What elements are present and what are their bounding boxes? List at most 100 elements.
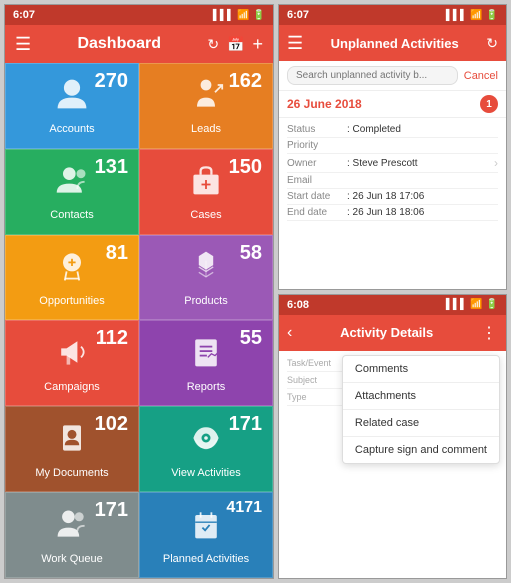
leads-icon xyxy=(188,76,224,119)
status-row: Status : Completed xyxy=(287,122,498,138)
dashboard-title: Dashboard xyxy=(31,35,207,53)
workqueue-count: 171 xyxy=(95,499,128,522)
time-left: 6:07 xyxy=(13,9,35,21)
opportunities-label: Opportunities xyxy=(39,295,104,307)
leads-count: 162 xyxy=(229,70,262,93)
accounts-count: 270 xyxy=(95,70,128,93)
dropdown-item-comments[interactable]: Comments xyxy=(343,356,499,383)
tile-campaigns[interactable]: 112 Campaigns xyxy=(5,320,139,406)
date-row: 26 June 2018 1 xyxy=(279,91,506,118)
workqueue-icon xyxy=(54,506,90,549)
dropdown-item-related-case[interactable]: Related case xyxy=(343,410,499,437)
unplanned-activities-panel: 6:07 ▌▌▌ 📶 🔋 ☰ Unplanned Activities ↻ Ca… xyxy=(278,4,507,290)
unplanned-header: ☰ Unplanned Activities ↻ xyxy=(279,25,506,61)
mydocs-icon xyxy=(54,420,90,463)
priority-row: Priority xyxy=(287,138,498,154)
email-label: Email xyxy=(287,175,347,186)
tiles-grid: 270 Accounts 162 Leads xyxy=(5,63,273,578)
activity-title: Activity Details xyxy=(292,325,481,340)
contacts-label: Contacts xyxy=(50,209,93,221)
campaigns-count: 112 xyxy=(96,327,128,350)
activity-details-panel: 6:08 ▌▌▌ 📶 🔋 ‹ Activity Details ⋮ Task/E… xyxy=(278,294,507,580)
chevron-right-icon: › xyxy=(494,156,498,170)
accounts-icon xyxy=(54,76,90,119)
plannedact-icon xyxy=(188,506,224,549)
status-bar-unplanned: 6:07 ▌▌▌ 📶 🔋 xyxy=(279,5,506,25)
tile-opportunities[interactable]: 81 Opportunities xyxy=(5,235,139,321)
tile-mydocs[interactable]: 102 My Documents xyxy=(5,406,139,492)
priority-label: Priority xyxy=(287,140,347,151)
owner-label: Owner xyxy=(287,158,347,169)
opportunities-icon xyxy=(54,248,90,291)
plannedact-count: 4171 xyxy=(226,499,262,517)
owner-value: : Steve Prescott xyxy=(347,158,494,169)
products-icon xyxy=(188,248,224,291)
tile-workqueue[interactable]: 171 Work Queue xyxy=(5,492,139,578)
enddate-row: End date : 26 Jun 18 18:06 xyxy=(287,205,498,221)
dropdown-menu: Comments Attachments Related case Captur… xyxy=(342,355,500,464)
reports-label: Reports xyxy=(187,381,226,393)
unplanned-title: Unplanned Activities xyxy=(303,36,486,51)
enddate-value: : 26 Jun 18 18:06 xyxy=(347,207,498,218)
tile-accounts[interactable]: 270 Accounts xyxy=(5,63,139,149)
tile-plannedact[interactable]: 4171 Planned Activities xyxy=(139,492,273,578)
right-panels: 6:07 ▌▌▌ 📶 🔋 ☰ Unplanned Activities ↻ Ca… xyxy=(278,4,507,579)
menu-icon[interactable]: ☰ xyxy=(15,34,31,55)
status-icons-activity: ▌▌▌ 📶 🔋 xyxy=(446,299,498,310)
status-icons-unplanned: ▌▌▌ 📶 🔋 xyxy=(446,10,498,21)
unplanned-menu-icon[interactable]: ☰ xyxy=(287,33,303,54)
tile-cases[interactable]: 150 Cases xyxy=(139,149,273,235)
email-row: Email xyxy=(287,173,498,189)
dropdown-item-attachments[interactable]: Attachments xyxy=(343,383,499,410)
status-value: : Completed xyxy=(347,124,498,135)
sync-icon[interactable]: ↻ xyxy=(207,36,219,53)
products-label: Products xyxy=(184,295,227,307)
startdate-value: : 26 Jun 18 17:06 xyxy=(347,191,498,202)
unplanned-search-bar: Cancel xyxy=(279,61,506,91)
activity-content: Task/Event Task Subject Type Comments At… xyxy=(279,351,506,579)
tile-products[interactable]: 58 Products xyxy=(139,235,273,321)
calendar-icon[interactable]: 📅 xyxy=(227,36,244,53)
tile-viewact[interactable]: 171 View Activities xyxy=(139,406,273,492)
status-bar-activity: 6:08 ▌▌▌ 📶 🔋 xyxy=(279,295,506,315)
campaigns-label: Campaigns xyxy=(44,381,100,393)
plannedact-label: Planned Activities xyxy=(163,553,249,565)
main-dashboard: 6:07 ▌▌▌ 📶 🔋 ☰ Dashboard ↻ 📅 + 270 Accou… xyxy=(4,4,274,579)
search-input[interactable] xyxy=(287,66,458,85)
cases-label: Cases xyxy=(190,209,221,221)
status-bar-left: 6:07 ▌▌▌ 📶 🔋 xyxy=(5,5,273,25)
more-options-icon[interactable]: ⋮ xyxy=(481,323,498,343)
tile-reports[interactable]: 55 Reports xyxy=(139,320,273,406)
cases-count: 150 xyxy=(229,156,262,179)
add-icon[interactable]: + xyxy=(252,34,263,55)
time-activity: 6:08 xyxy=(287,299,309,311)
activity-header: ‹ Activity Details ⋮ xyxy=(279,315,506,351)
viewact-icon xyxy=(188,420,224,463)
enddate-label: End date xyxy=(287,207,347,218)
count-badge: 1 xyxy=(480,95,498,113)
mydocs-label: My Documents xyxy=(35,467,108,479)
dropdown-item-capture-sign[interactable]: Capture sign and comment xyxy=(343,437,499,463)
status-label: Status xyxy=(287,124,347,135)
startdate-row: Start date : 26 Jun 18 17:06 xyxy=(287,189,498,205)
date-label: 26 June 2018 xyxy=(287,97,362,111)
cancel-button[interactable]: Cancel xyxy=(464,70,498,82)
startdate-label: Start date xyxy=(287,191,347,202)
time-unplanned: 6:07 xyxy=(287,9,309,21)
tile-leads[interactable]: 162 Leads xyxy=(139,63,273,149)
campaigns-icon xyxy=(54,334,90,377)
contacts-count: 131 xyxy=(95,156,128,179)
reports-icon xyxy=(188,334,224,377)
mydocs-count: 102 xyxy=(95,413,128,436)
header-icons: ↻ 📅 + xyxy=(207,34,263,55)
dashboard-header: ☰ Dashboard ↻ 📅 + xyxy=(5,25,273,63)
viewact-count: 171 xyxy=(229,413,262,436)
leads-label: Leads xyxy=(191,123,221,135)
status-icons-left: ▌▌▌ 📶 🔋 xyxy=(213,10,265,21)
owner-row[interactable]: Owner : Steve Prescott › xyxy=(287,154,498,173)
tile-contacts[interactable]: 131 Contacts xyxy=(5,149,139,235)
unplanned-sync-icon[interactable]: ↻ xyxy=(486,35,498,52)
detail-rows: Status : Completed Priority Owner : Stev… xyxy=(279,118,506,225)
cases-icon xyxy=(188,162,224,205)
contacts-icon xyxy=(54,162,90,205)
